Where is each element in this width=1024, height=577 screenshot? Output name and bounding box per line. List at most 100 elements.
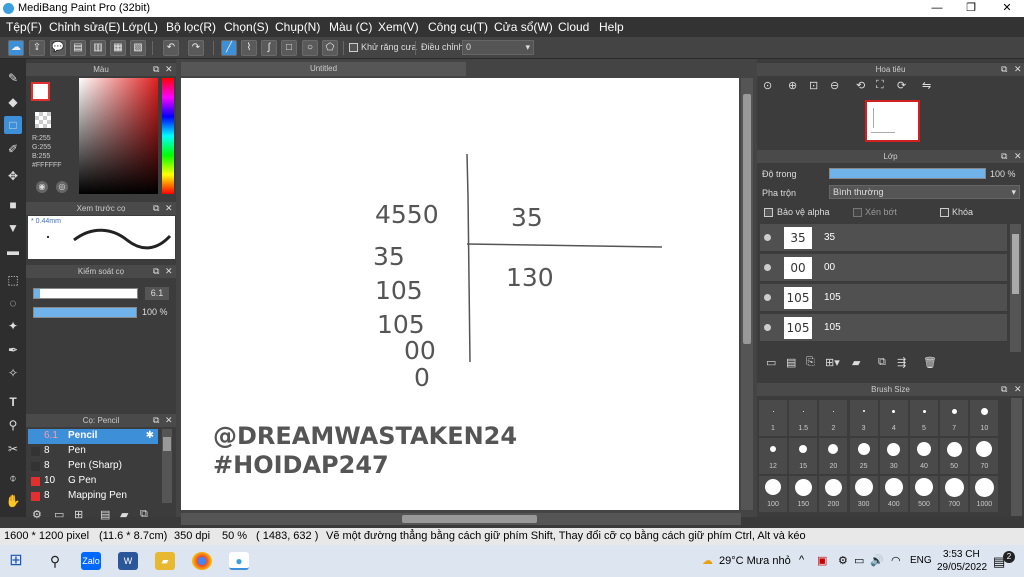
new-brush-icon[interactable]: ▭: [54, 508, 64, 521]
fullscreen-icon[interactable]: ⛶: [876, 79, 884, 92]
medibang-taskbar-icon[interactable]: ●: [229, 552, 249, 570]
move-tool-icon[interactable]: ✥: [4, 167, 22, 185]
weather-text[interactable]: 29°C Mưa nhỏ: [719, 555, 791, 567]
brush-size-cell[interactable]: 15: [789, 438, 818, 474]
menu-color[interactable]: Màu (C): [329, 20, 372, 34]
scrollbar-thumb[interactable]: [1012, 234, 1019, 294]
brush-size-cell[interactable]: 30: [879, 438, 908, 474]
popout-icon[interactable]: ⧉: [1001, 383, 1007, 396]
canvas-tab[interactable]: Untitled: [181, 62, 466, 76]
menu-filter[interactable]: Bộ lọc(R): [166, 20, 216, 34]
search-icon[interactable]: ⚲: [45, 552, 65, 570]
brush-size-cell[interactable]: 3: [849, 400, 878, 436]
menu-capture[interactable]: Chụp(N): [275, 20, 320, 34]
undo-icon[interactable]: ↶: [163, 40, 179, 56]
new-layer-icon[interactable]: ▭: [766, 356, 776, 369]
pen-tool-icon[interactable]: ✐: [4, 140, 22, 158]
canvas-vscrollbar[interactable]: [741, 78, 753, 510]
brush-size-value[interactable]: 6.1: [145, 287, 169, 300]
menu-cloud[interactable]: Cloud: [558, 20, 589, 34]
operation-tool-icon[interactable]: ⚲: [4, 416, 22, 434]
palette-add-icon[interactable]: ◎: [56, 181, 68, 193]
scrollbar-thumb[interactable]: [163, 437, 171, 451]
palette-icon[interactable]: ◉: [36, 181, 48, 193]
gear-icon[interactable]: ✱: [146, 430, 154, 441]
brush-size-cell[interactable]: 7: [940, 400, 969, 436]
scrollbar-thumb[interactable]: [743, 94, 751, 344]
brush-list-item[interactable]: 8 Pen (Sharp): [28, 459, 158, 474]
brush-size-cell[interactable]: 1: [759, 400, 787, 436]
brush-tool-icon[interactable]: ✎: [4, 69, 22, 87]
close-icon[interactable]: ✕: [165, 265, 173, 278]
brush-list-item[interactable]: 10 G Pen: [28, 474, 158, 489]
popout-icon[interactable]: ⧉: [153, 202, 159, 215]
volume-icon[interactable]: 🔊: [870, 554, 884, 567]
brush-size-cell[interactable]: 20: [819, 438, 848, 474]
visibility-icon[interactable]: [764, 264, 771, 271]
hand-tool-icon[interactable]: ✋: [4, 492, 22, 510]
merge-layer-icon[interactable]: ⧉: [878, 356, 886, 369]
brush-size-cell[interactable]: 40: [910, 438, 938, 474]
brush-size-cell[interactable]: 10: [970, 400, 999, 436]
brush-size-cell[interactable]: 400: [879, 476, 908, 512]
scrollbar-thumb[interactable]: [402, 515, 537, 523]
brush-size-cell[interactable]: 70: [970, 438, 999, 474]
menu-view[interactable]: Xem(V): [378, 20, 419, 34]
menu-file[interactable]: Tệp(F): [6, 20, 42, 34]
menu-window[interactable]: Cửa sổ(W): [494, 20, 553, 34]
close-icon[interactable]: ✕: [1014, 150, 1022, 163]
layer-row[interactable]: 00 00: [760, 254, 1007, 282]
layer-folder-icon[interactable]: ▰: [852, 356, 860, 369]
line-tool-icon[interactable]: ╱: [221, 40, 237, 56]
menu-select[interactable]: Chọn(S): [224, 20, 269, 34]
clock-time[interactable]: 3:53 CH: [943, 549, 980, 560]
rotate-left-icon[interactable]: ⟲: [856, 79, 865, 92]
brush-settings-icon[interactable]: ⚙: [32, 508, 42, 521]
popout-icon[interactable]: ⧉: [1001, 150, 1007, 163]
menu-layer[interactable]: Lớp(L): [122, 20, 158, 34]
protect-alpha-checkbox[interactable]: [764, 208, 773, 217]
brush-size-cell[interactable]: 5: [910, 400, 938, 436]
fill-rect-tool-icon[interactable]: ■: [4, 196, 22, 214]
brush-size-cell[interactable]: 12: [759, 438, 787, 474]
add-brush-icon[interactable]: ⊞: [74, 508, 83, 521]
divide-tool-icon[interactable]: ✂: [4, 440, 22, 458]
windows-start-icon[interactable]: ⊞: [6, 552, 26, 570]
brush-size-cell[interactable]: 500: [910, 476, 938, 512]
popout-icon[interactable]: ⧉: [153, 265, 159, 278]
add-layer-menu-icon[interactable]: ⊞▾: [825, 356, 840, 369]
chevron-up-icon[interactable]: ^: [799, 554, 804, 566]
speech-bubble-icon[interactable]: 💬: [50, 40, 66, 56]
comment-icon[interactable]: ▤: [70, 40, 86, 56]
flip-icon[interactable]: ⇋: [922, 79, 931, 92]
battery-icon[interactable]: ▭: [854, 554, 864, 567]
maximize-button[interactable]: ❐: [954, 0, 988, 17]
export-icon[interactable]: ⇪: [29, 40, 45, 56]
tray-device-icon[interactable]: ⚙: [838, 554, 848, 567]
grid-icon[interactable]: ▦: [110, 40, 126, 56]
eyedropper-icon[interactable]: ⌽: [4, 469, 22, 487]
layer-row[interactable]: 105 105: [760, 284, 1007, 312]
close-icon[interactable]: ✕: [165, 202, 173, 215]
primary-color-swatch[interactable]: [31, 82, 50, 101]
brush-size-cell[interactable]: 25: [849, 438, 878, 474]
panels-icon[interactable]: ▧: [130, 40, 146, 56]
file-explorer-icon[interactable]: ▰: [155, 552, 175, 570]
delete-layer-icon[interactable]: 🗑: [923, 356, 937, 369]
shape-tool-icon[interactable]: □: [4, 116, 22, 134]
cloud-icon[interactable]: ☁: [8, 40, 24, 56]
language-indicator[interactable]: ENG: [910, 555, 932, 566]
navigator-thumbnail[interactable]: [865, 100, 920, 142]
tray-app-icon[interactable]: ▣: [817, 554, 827, 567]
visibility-icon[interactable]: [764, 324, 771, 331]
magic-wand-icon[interactable]: ✦: [4, 317, 22, 335]
brush-list-item[interactable]: 8 Mapping Pen: [28, 489, 158, 504]
layer-settings-icon[interactable]: ⇶: [897, 356, 906, 369]
brush-size-cell[interactable]: 2: [819, 400, 848, 436]
duplicate-layer-icon[interactable]: ⎘: [806, 356, 815, 369]
brush-size-cell[interactable]: 200: [819, 476, 848, 512]
clock-date[interactable]: 29/05/2022: [937, 562, 987, 573]
brush-size-cell[interactable]: 700: [940, 476, 969, 512]
brush-size-cell[interactable]: 4: [879, 400, 908, 436]
brush-size-slider[interactable]: [33, 288, 138, 299]
